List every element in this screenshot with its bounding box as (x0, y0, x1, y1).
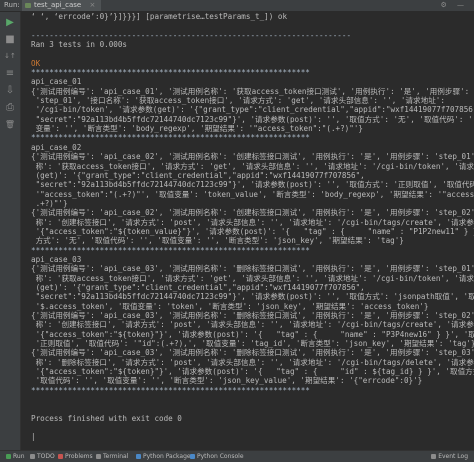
console-line: {'测试用例编号': 'api_case_03', '测试用例名称': '删除标… (31, 264, 474, 274)
status-todo-label: TODO (37, 453, 55, 460)
console-line: ****************************************… (31, 245, 310, 255)
console-line: "secret":"92a113bd4b5ffdc72144740dc7123c… (31, 180, 474, 190)
status-terminal-label: Terminal (103, 453, 129, 460)
status-python-packages[interactable]: Python Packages (136, 451, 194, 462)
clear-all-icon[interactable]: 🗑 (3, 117, 17, 131)
console-line: '取值代码': '', '取值变量': '', '断言类型': 'json_ke… (31, 376, 423, 386)
run-config-tab-label: test_api_case (34, 1, 82, 9)
console-line: ****************************************… (31, 68, 310, 78)
status-python-console-label: Python Console (197, 453, 244, 460)
console-line: {'测试用例编号': 'api_case_03', '测试用例名称': '删除标… (31, 311, 474, 320)
console-line: 称': '获取access_token接口', '请求方式': 'get', '… (31, 161, 474, 171)
console-line: '"access_token":"(.+?)"', '取值变量': 'token… (31, 189, 474, 199)
problems-icon (58, 454, 63, 459)
console-line: '/cgi-bin/token', '请求参数(get)': '{"grant_… (31, 105, 474, 115)
sort-icon[interactable]: ↓↑ (3, 49, 17, 63)
close-tab-icon[interactable]: × (89, 1, 95, 9)
python-console-icon (190, 454, 195, 459)
todo-icon (30, 454, 35, 459)
console-line: '$.access_token', '取值变量': 'token', '断言类型… (31, 301, 429, 311)
console-line: (get)': '{"grant_type":"client_credentia… (31, 170, 365, 180)
run-toolbar: ▶ ■ ↓↑ ≡ ⇩ ⎙ 🗑 (0, 12, 21, 450)
soft-wrap-icon[interactable]: ≡ (3, 66, 17, 80)
python-packages-icon (136, 454, 141, 459)
console-line: (get)': '{"grant_type":"client_credentia… (31, 282, 365, 292)
console-line: 变量': '', '断言类型': 'body_regexp', '期望结果': … (31, 124, 363, 134)
status-python-console[interactable]: Python Console (190, 451, 244, 462)
console-line: {'测试用例编号': 'api_case_02', '测试用例名称': '创建标… (31, 208, 474, 218)
run-config-tab[interactable]: test_api_case × (22, 0, 102, 11)
console-line: {'测试用例编号': 'api_case_02', '测试用例名称': '创建标… (31, 152, 474, 162)
console-line: Ran 3 tests in 0.000s (31, 40, 128, 50)
console-line: 称': '创建标签接口', '请求方式': 'post', '请求头部信息': … (31, 320, 474, 330)
status-event-log-label: Event Log (438, 453, 468, 460)
console-line: .+?)"'} (31, 198, 68, 208)
console-line: "secret":"92a113bd4b5ffdc72144740dc7123c… (31, 114, 474, 124)
status-run-label: Run (13, 453, 25, 460)
event-log-icon (431, 454, 437, 459)
status-terminal[interactable]: Terminal (96, 451, 128, 462)
console-line: OK (31, 58, 41, 68)
console-line: '{"access_token":"${token}"}', '请求参数(pos… (31, 329, 474, 339)
console-line: '{"access_token":"${token_value}"}', '请求… (31, 226, 474, 236)
console-line: 方式': '无', '取值代码': '', '取值变量': '', '断言类型'… (31, 236, 404, 246)
run-icon (6, 454, 11, 459)
scroll-to-end-icon[interactable]: ⇩ (3, 83, 17, 97)
status-todo[interactable]: TODO (30, 451, 55, 462)
window-tools[interactable]: ⚙ — (440, 0, 468, 11)
status-problems-label: Problems (65, 453, 93, 460)
console-line: {'测试用例编号': 'api_case_01', '测试用例名称': '获取a… (31, 86, 470, 96)
console-line: api_case_02 (31, 142, 82, 152)
console-output[interactable]: ‘ ‘, ‘errcode’:0}’}]}}}] [parametrise…te… (21, 12, 474, 450)
console-line: 称': '创建标签接口', '请求方式': 'post', '请求头部信息': … (31, 217, 474, 227)
console-line: 称': '获取access_token接口', '请求方式': 'get', '… (31, 273, 474, 283)
console-line: api_case_03 (31, 254, 82, 264)
console-line: api_case_01 (31, 77, 82, 87)
terminal-icon (96, 454, 101, 459)
status-run[interactable]: Run (6, 451, 25, 462)
console-line: "secret":"92a113bd4b5ffdc72144740dc7123c… (31, 292, 474, 302)
console-line: ----------------------------------------… (31, 30, 352, 40)
console-line: {'测试用例编号': 'api_case_03', '测试用例名称': '删除标… (31, 348, 474, 358)
stop-icon[interactable]: ■ (3, 32, 17, 46)
bottom-tool-window-bar: Run TODO Problems Terminal Python Packag… (0, 450, 474, 462)
rerun-icon[interactable]: ▶ (3, 15, 17, 29)
status-problems[interactable]: Problems (58, 451, 93, 462)
print-icon[interactable]: ⎙ (3, 100, 17, 114)
run-label: Run: (4, 1, 20, 9)
console-line: 'step_01', '接口名称': '获取access_token接口', '… (31, 96, 445, 106)
status-python-packages-label: Python Packages (143, 453, 194, 460)
python-test-icon (25, 3, 31, 8)
run-window-titlebar: Run: test_api_case × ⚙ — (0, 0, 474, 12)
console-line: '正则取值', '取值代码': '"id":(.+?),', '取值变量': '… (31, 339, 474, 349)
console-line: 称': '删除标签接口', '请求方式': 'post', '请求头部信息': … (31, 357, 474, 367)
console-line: | (31, 432, 36, 442)
status-event-log[interactable]: Event Log (431, 451, 468, 462)
console-line: ****************************************… (31, 385, 310, 395)
console-line: ****************************************… (31, 133, 310, 143)
console-line: Process finished with exit code 0 (31, 413, 182, 423)
console-line: ‘ ‘, ‘errcode’:0}’}]}}}] [parametrise…te… (31, 12, 288, 21)
console-line: '{"access_token":"${token}"}', '请求参数(pos… (31, 367, 474, 377)
